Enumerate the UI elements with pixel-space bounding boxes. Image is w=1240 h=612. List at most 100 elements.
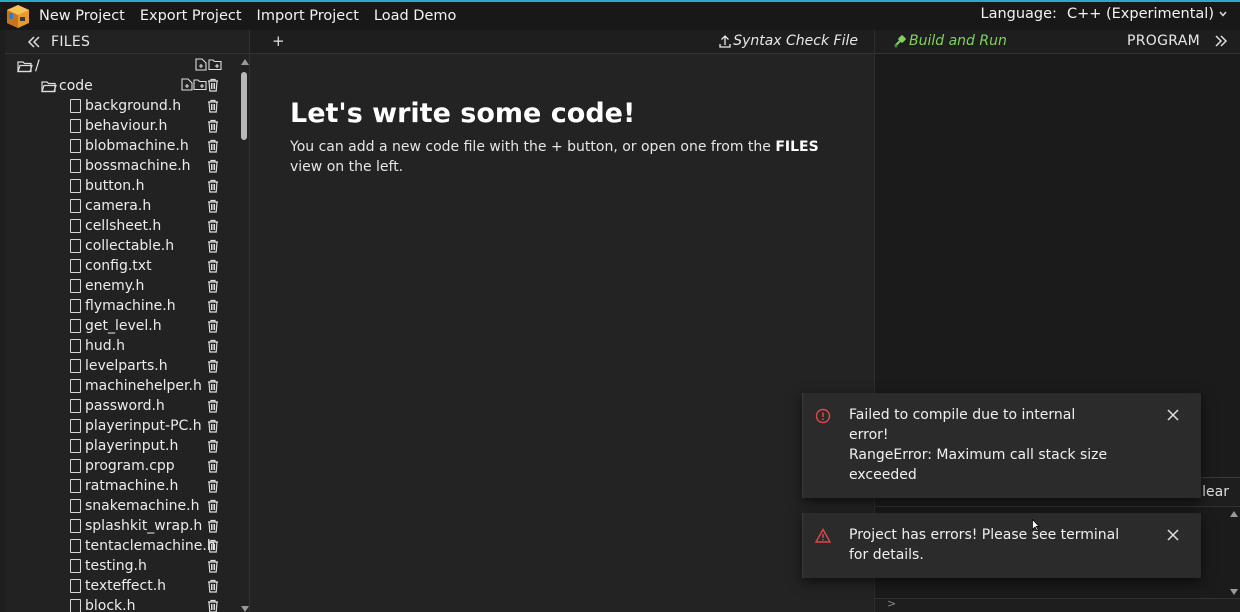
file-item[interactable]: testing.h: [70, 556, 147, 576]
error-toast: Failed to compile due to internal error!…: [802, 393, 1201, 498]
trash-icon[interactable]: [206, 359, 220, 373]
close-icon[interactable]: [1167, 529, 1179, 541]
upload-icon: [719, 34, 731, 48]
syntax-check-button[interactable]: Syntax Check File: [719, 33, 858, 49]
trash-icon[interactable]: [206, 439, 220, 453]
file-item[interactable]: background.h: [70, 96, 181, 116]
file-item[interactable]: texteffect.h: [70, 576, 166, 596]
file-item[interactable]: splashkit_wrap.h: [70, 516, 202, 536]
trash-icon[interactable]: [206, 539, 220, 553]
file-item[interactable]: password.h: [70, 396, 165, 416]
file-item[interactable]: flymachine.h: [70, 296, 176, 316]
language-value[interactable]: C++ (Experimental): [1067, 6, 1214, 22]
file-icon: [70, 259, 81, 273]
build-run-button[interactable]: Build and Run: [893, 33, 1007, 49]
file-item[interactable]: behaviour.h: [70, 116, 167, 136]
trash-icon[interactable]: [206, 599, 220, 612]
file-item[interactable]: config.txt: [70, 256, 152, 276]
file-item[interactable]: get_level.h: [70, 316, 162, 336]
file-name: flymachine.h: [85, 298, 176, 314]
file-name: testing.h: [85, 558, 147, 574]
file-item[interactable]: tentaclemachine.h: [70, 536, 216, 556]
terminal-input[interactable]: >: [875, 597, 1240, 612]
trash-icon[interactable]: [206, 459, 220, 473]
file-item[interactable]: program.cpp: [70, 456, 175, 476]
trash-icon[interactable]: [206, 339, 220, 353]
trash-icon[interactable]: [206, 159, 220, 173]
file-icon: [70, 479, 81, 493]
file-item[interactable]: button.h: [70, 176, 145, 196]
file-item[interactable]: blobmachine.h: [70, 136, 189, 156]
trash-icon[interactable]: [206, 499, 220, 513]
file-item[interactable]: bossmachine.h: [70, 156, 191, 176]
file-item[interactable]: levelparts.h: [70, 356, 168, 376]
scroll-thumb[interactable]: [241, 72, 247, 140]
file-item[interactable]: machinehelper.h: [70, 376, 202, 396]
tree-root[interactable]: /: [17, 56, 40, 76]
trash-icon[interactable]: [206, 199, 220, 213]
file-name: button.h: [85, 178, 145, 194]
menu-export-project[interactable]: Export Project: [140, 8, 242, 24]
files-scrollbar[interactable]: [239, 54, 250, 612]
collapse-left-icon[interactable]: [25, 35, 43, 48]
scroll-down-icon[interactable]: [241, 606, 249, 612]
trash-icon[interactable]: [206, 179, 220, 193]
new-folder-icon[interactable]: [208, 58, 222, 71]
trash-icon[interactable]: [206, 319, 220, 333]
language-selector[interactable]: Language: C++ (Experimental): [981, 6, 1229, 22]
clear-terminal-button[interactable]: lear: [1202, 484, 1229, 500]
file-name: behaviour.h: [85, 118, 168, 134]
new-file-icon[interactable]: [181, 78, 193, 91]
trash-icon[interactable]: [206, 399, 220, 413]
trash-icon[interactable]: [206, 379, 220, 393]
close-icon[interactable]: [1167, 409, 1179, 421]
file-item[interactable]: ratmachine.h: [70, 476, 178, 496]
trash-icon[interactable]: [206, 259, 220, 273]
new-file-icon[interactable]: [195, 58, 207, 71]
file-item[interactable]: snakemachine.h: [70, 496, 199, 516]
trash-icon[interactable]: [206, 219, 220, 233]
collapse-right-icon[interactable]: [1214, 35, 1228, 47]
file-item[interactable]: playerinput-PC.h: [70, 416, 202, 436]
menu-import-project[interactable]: Import Project: [257, 8, 359, 24]
file-item[interactable]: enemy.h: [70, 276, 144, 296]
warning-triangle-icon: [815, 528, 831, 543]
file-item[interactable]: playerinput.h: [70, 436, 178, 456]
trash-icon[interactable]: [206, 559, 220, 573]
folder-open-icon: [41, 80, 57, 92]
file-name: machinehelper.h: [85, 378, 202, 394]
file-item[interactable]: block.h: [70, 596, 135, 612]
trash-icon[interactable]: [206, 78, 220, 92]
file-icon: [70, 199, 81, 213]
file-icon: [70, 299, 81, 313]
trash-icon[interactable]: [206, 419, 220, 433]
trash-icon[interactable]: [206, 279, 220, 293]
files-panel: FILES / code background.h behaviour.h blob…: [5, 30, 250, 612]
trash-icon[interactable]: [206, 519, 220, 533]
scroll-up-icon[interactable]: [241, 59, 249, 65]
add-file-button[interactable]: +: [272, 32, 285, 50]
trash-icon[interactable]: [206, 579, 220, 593]
menu-load-demo[interactable]: Load Demo: [374, 8, 456, 24]
new-folder-icon[interactable]: [193, 78, 207, 91]
prompt-icon: >: [887, 597, 897, 610]
file-icon: [70, 319, 81, 333]
trash-icon[interactable]: [206, 99, 220, 113]
file-item[interactable]: hud.h: [70, 336, 125, 356]
file-item[interactable]: cellsheet.h: [70, 216, 161, 236]
program-title: PROGRAM: [1127, 33, 1200, 49]
terminal-scrollbar[interactable]: [1229, 509, 1239, 597]
file-icon: [70, 499, 81, 513]
menu-new-project[interactable]: New Project: [39, 8, 125, 24]
trash-icon[interactable]: [206, 479, 220, 493]
file-name: block.h: [85, 598, 136, 612]
trash-icon[interactable]: [206, 299, 220, 313]
file-item[interactable]: camera.h: [70, 196, 151, 216]
trash-icon[interactable]: [206, 119, 220, 133]
file-name: config.txt: [85, 258, 152, 274]
tree-folder-code[interactable]: code: [41, 76, 93, 96]
file-item[interactable]: collectable.h: [70, 236, 174, 256]
menu-bar: New Project Export Project Import Projec…: [0, 0, 1240, 30]
trash-icon[interactable]: [206, 139, 220, 153]
trash-icon[interactable]: [206, 239, 220, 253]
